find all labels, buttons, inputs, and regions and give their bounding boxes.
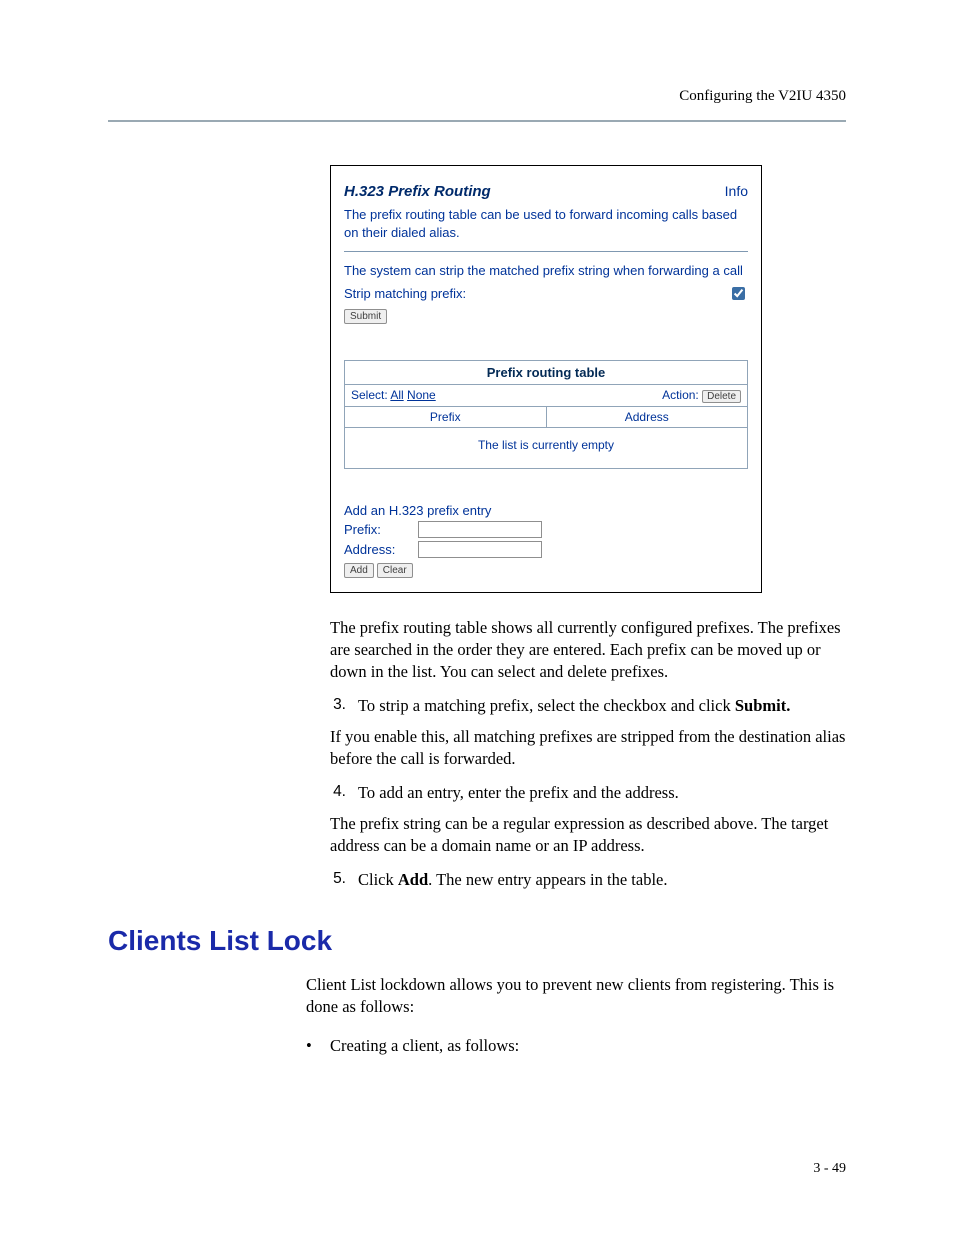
step-5: 5. Click Add. The new entry appears in t… (330, 869, 850, 891)
step3-sub: If you enable this, all matching prefixe… (330, 726, 850, 771)
page-number: 3 - 49 (813, 1161, 846, 1177)
panel-title: H.323 Prefix Routing (344, 183, 491, 200)
table-empty-message: The list is currently empty (345, 428, 747, 468)
table-header-row: Prefix Address (345, 407, 747, 428)
add-entry-heading: Add an H.323 prefix entry (344, 503, 748, 518)
step-4: 4. To add an entry, enter the prefix and… (330, 782, 850, 804)
step3-text-b: Submit. (735, 696, 790, 715)
step5-text-a: Click (358, 870, 398, 889)
prefix-field-label: Prefix: (344, 522, 418, 537)
panel-desc-2: The system can strip the matched prefix … (344, 262, 748, 280)
step-number: 4. (330, 782, 346, 804)
select-label: Select: (351, 388, 388, 402)
step4-text: To add an entry, enter the prefix and th… (358, 782, 850, 804)
step-number: 3. (330, 695, 346, 717)
clear-button[interactable]: Clear (377, 563, 413, 578)
header-rule (108, 120, 846, 122)
submit-button[interactable]: Submit (344, 309, 387, 324)
prefix-routing-panel: H.323 Prefix Routing Info The prefix rou… (330, 165, 762, 593)
bullet-item: • Creating a client, as follows: (306, 1035, 846, 1057)
step-3: 3. To strip a matching prefix, select th… (330, 695, 850, 717)
address-field-label: Address: (344, 542, 418, 557)
panel-desc-1: The prefix routing table can be used to … (344, 206, 748, 241)
step-number: 5. (330, 869, 346, 891)
strip-prefix-checkbox[interactable] (732, 287, 745, 300)
action-label: Action: (662, 388, 699, 402)
step5-text-c: . The new entry appears in the table. (428, 870, 667, 889)
bullet-text: Creating a client, as follows: (330, 1035, 519, 1057)
add-button[interactable]: Add (344, 563, 374, 578)
divider (344, 251, 748, 252)
delete-button[interactable]: Delete (702, 390, 741, 403)
intro-paragraph: The prefix routing table shows all curre… (330, 617, 850, 684)
table-title: Prefix routing table (345, 361, 747, 385)
col-address-header: Address (547, 407, 748, 427)
select-all-link[interactable]: All (390, 388, 403, 402)
address-input[interactable] (418, 541, 542, 558)
prefix-input[interactable] (418, 521, 542, 538)
running-header: Configuring the V2IU 4350 (679, 88, 846, 105)
bullet-dot: • (306, 1035, 316, 1057)
strip-prefix-label: Strip matching prefix: (344, 286, 466, 301)
step3-text-a: To strip a matching prefix, select the c… (358, 696, 735, 715)
select-none-link[interactable]: None (407, 388, 436, 402)
prefix-routing-table: Prefix routing table Select: All None Ac… (344, 360, 748, 469)
info-link[interactable]: Info (725, 183, 748, 199)
step5-text-b: Add (398, 870, 428, 889)
col-prefix-header: Prefix (345, 407, 547, 427)
section-intro: Client List lockdown allows you to preve… (306, 974, 846, 1019)
step4-sub: The prefix string can be a regular expre… (330, 813, 850, 858)
clients-list-lock-heading: Clients List Lock (108, 925, 846, 957)
